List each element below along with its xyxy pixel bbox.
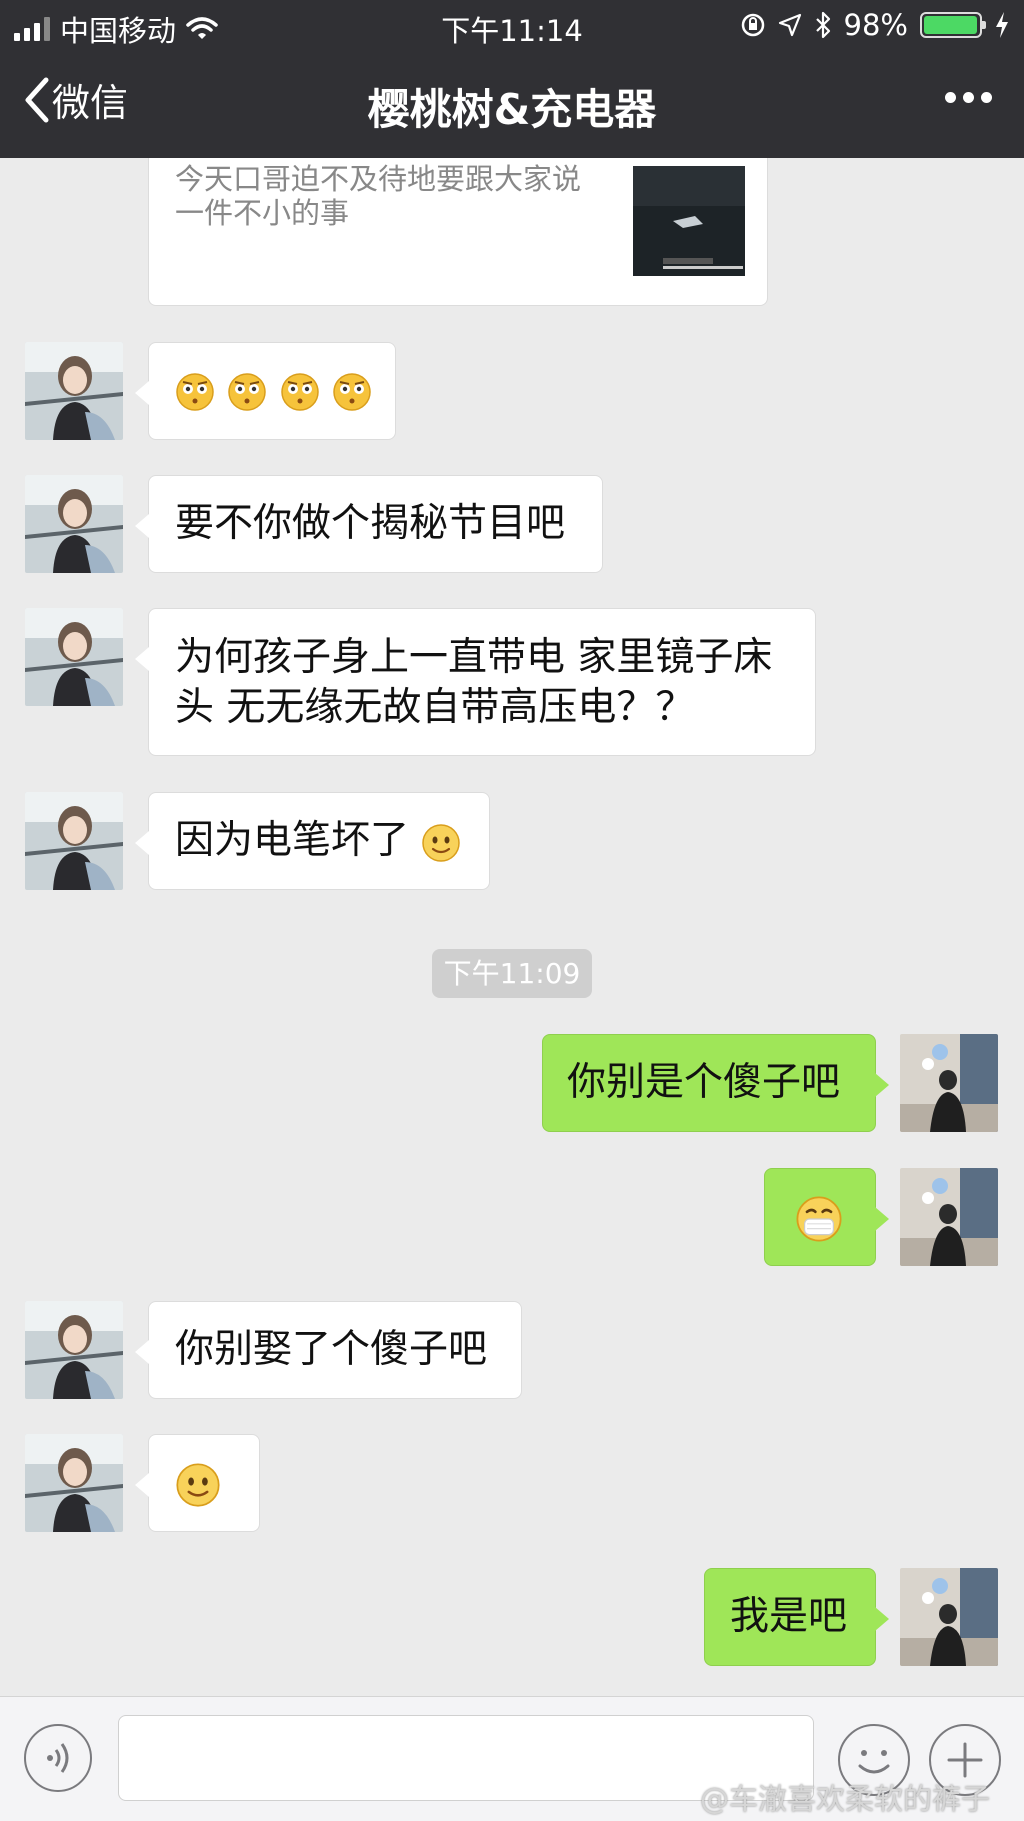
my-avatar[interactable] <box>900 1168 998 1266</box>
charging-icon <box>996 12 1008 38</box>
message-bubble[interactable]: 要不你做个揭秘节目吧 <box>135 475 603 573</box>
link-card[interactable]: 今天口哥迫不及待地要跟大家说一件不小的事 <box>148 158 768 306</box>
message-bubble[interactable]: 你别娶了个傻子吧 <box>135 1301 522 1399</box>
message-text: 因为电笔坏了 <box>175 818 410 863</box>
battery-icon <box>920 12 986 38</box>
orientation-lock-icon <box>741 13 764 37</box>
top-bar: 中国移动 下午11:14 98% 微信 樱桃树&充电器 <box>0 0 1024 158</box>
bluetooth-icon <box>815 11 830 39</box>
sent-message-bubble[interactable]: 我是吧 <box>704 1568 889 1666</box>
smile-face-emoji <box>422 823 461 862</box>
staring-face-emoji <box>228 372 267 411</box>
link-card-thumbnail <box>633 166 745 276</box>
message-text: 你别娶了个傻子吧 <box>175 1327 488 1372</box>
chat-title: 樱桃树&充电器 <box>367 85 657 134</box>
timestamp-label: 下午11:09 <box>432 949 592 998</box>
battery-percent: 98% <box>843 8 908 42</box>
nav-bar: 微信 樱桃树&充电器 <box>0 62 1024 148</box>
friend-avatar[interactable] <box>25 1301 123 1399</box>
watermark: @车澈喜欢柔软的裤子 <box>700 1782 991 1816</box>
more-icon[interactable] <box>945 92 992 103</box>
message-text: 你别是个傻子吧 <box>567 1060 841 1105</box>
friend-avatar[interactable] <box>25 608 123 706</box>
message-text: 我是吧 <box>730 1594 848 1639</box>
friend-avatar[interactable] <box>25 792 123 890</box>
sent-message-bubble[interactable] <box>764 1168 889 1266</box>
message-text: 要不你做个揭秘节目吧 <box>175 501 566 546</box>
link-card-text: 今天口哥迫不及待地要跟大家说一件不小的事 <box>175 162 582 230</box>
smile-face-emoji <box>176 1462 220 1507</box>
message-bubble[interactable] <box>135 1434 260 1532</box>
message-emojis <box>175 367 372 412</box>
status-bar: 中国移动 下午11:14 98% <box>0 0 1024 50</box>
my-avatar[interactable] <box>900 1034 998 1132</box>
staring-face-emoji <box>281 372 319 411</box>
message-bubble[interactable]: 为何孩子身上一直带电 家里镜子床头 无无缘无故自带高压电？？ <box>135 608 816 756</box>
staring-face-emoji <box>333 372 371 411</box>
battery-fill <box>924 16 977 34</box>
location-icon <box>778 13 801 37</box>
status-right: 98% <box>740 8 1010 42</box>
message-bubble[interactable]: 因为电笔坏了 <box>135 792 490 890</box>
friend-avatar[interactable] <box>25 1434 123 1532</box>
voice-icon[interactable] <box>24 1724 92 1792</box>
mask-face-emoji <box>796 1196 842 1241</box>
my-avatar[interactable] <box>900 1568 998 1666</box>
sent-message-bubble[interactable]: 你别是个傻子吧 <box>542 1034 889 1132</box>
friend-avatar[interactable] <box>25 475 123 573</box>
message-bubble[interactable] <box>135 342 396 440</box>
friend-avatar[interactable] <box>25 342 123 440</box>
staring-face-emoji <box>176 372 214 411</box>
message-text: 为何孩子身上一直带电 家里镜子床头 无无缘无故自带高压电？？ <box>175 635 773 730</box>
